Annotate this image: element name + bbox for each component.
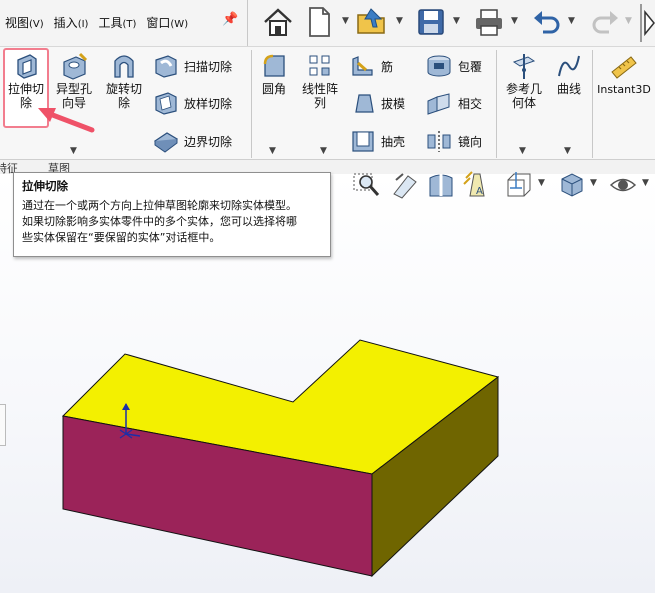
rib-button[interactable]: 筋	[350, 52, 393, 80]
instant3d-button[interactable]: Instant3D	[596, 52, 652, 97]
pattern-dropdown-icon[interactable]: ▼	[320, 146, 327, 156]
menu-view[interactable]: 视图(V)	[0, 14, 49, 31]
undo-icon[interactable]	[530, 5, 564, 39]
side-panel-handle[interactable]	[0, 404, 6, 446]
wrap-button[interactable]: 包覆	[425, 52, 482, 80]
extrude-cut-tooltip: 拉伸切除 通过在一个或两个方向上拉伸草图轮廓来切除实体模型。 如果切除影响多实体…	[13, 172, 331, 257]
curves-icon	[558, 55, 580, 77]
intersect-button[interactable]: 相交	[425, 89, 482, 117]
hole-wizard-icon	[63, 52, 88, 80]
revolve-cut-label: 旋转切 除	[105, 82, 142, 110]
pin-icon[interactable]: 📌	[222, 12, 238, 27]
save-icon[interactable]	[414, 5, 448, 39]
mirror-label: 镜向	[458, 134, 483, 149]
swept-cut-label: 扫描切除	[184, 59, 233, 74]
shell-button[interactable]: 抽壳	[350, 127, 405, 155]
boundary-cut-icon	[153, 132, 179, 153]
shell-label: 抽壳	[381, 134, 406, 149]
open-folder-icon[interactable]	[355, 5, 389, 39]
fillet-button[interactable]: 圆角	[256, 52, 292, 96]
divider	[247, 0, 248, 46]
reference-geometry-button[interactable]: 参考几 何体	[500, 52, 548, 110]
lofted-cut-button[interactable]: 放样切除	[153, 89, 232, 117]
divider	[251, 50, 252, 158]
menu-insert[interactable]: 插入(I)	[49, 14, 94, 31]
fillet-icon	[263, 54, 285, 77]
linear-pattern-label: 线性阵 列	[301, 82, 338, 110]
draft-icon	[355, 94, 374, 113]
draft-label: 拔模	[381, 96, 406, 111]
callout-arrow-icon	[38, 108, 95, 133]
intersect-label: 相交	[458, 96, 483, 111]
draft-button[interactable]: 拔模	[350, 89, 405, 117]
linear-pattern-button[interactable]: 线性阵 列	[297, 52, 343, 110]
linear-pattern-icon	[309, 55, 330, 76]
lofted-cut-icon	[155, 92, 177, 115]
menu-tools[interactable]: 工具(T)	[93, 14, 141, 31]
shell-icon	[352, 131, 374, 152]
curves-button[interactable]: 曲线	[551, 52, 587, 96]
rib-icon	[352, 56, 373, 76]
fillet-dropdown-icon[interactable]: ▼	[269, 146, 276, 156]
top-toolbar: 视图(V) 插入(I) 工具(T) 窗口(W) 📌 ▼ ▼ ▼ ▼ ▼ ▼	[0, 0, 655, 47]
print-icon[interactable]	[472, 5, 506, 39]
rib-label: 筋	[381, 59, 394, 74]
boundary-cut-label: 边界切除	[184, 134, 233, 149]
redo-dropdown-icon[interactable]: ▼	[625, 16, 632, 26]
select-arrow-icon[interactable]	[643, 8, 655, 38]
ref-geometry-dropdown-icon[interactable]: ▼	[519, 146, 526, 156]
revolve-cut-icon	[114, 55, 134, 78]
menu-window[interactable]: 窗口(W)	[141, 14, 193, 31]
new-dropdown-icon[interactable]: ▼	[342, 16, 349, 26]
mirror-button[interactable]: 镜向	[425, 127, 482, 155]
tooltip-line: 些实体保留在“要保留的实体”对话框中。	[22, 231, 221, 244]
tooltip-line: 通过在一个或两个方向上拉伸草图轮廓来切除实体模型。	[22, 199, 297, 212]
boundary-cut-button[interactable]: 边界切除	[153, 127, 232, 155]
swept-cut-button[interactable]: 扫描切除	[153, 52, 232, 80]
save-dropdown-icon[interactable]: ▼	[453, 16, 460, 26]
instant3d-label: Instant3D	[597, 83, 651, 96]
hole-dropdown-icon[interactable]: ▼	[70, 146, 77, 156]
swept-cut-icon	[155, 55, 177, 78]
curves-label: 曲线	[556, 82, 581, 96]
home-icon[interactable]	[261, 5, 295, 39]
revolve-cut-button[interactable]: 旋转切 除	[102, 52, 146, 110]
lofted-cut-label: 放样切除	[184, 96, 233, 111]
mirror-icon	[427, 131, 451, 152]
reference-geometry-label: 参考几 何体	[505, 82, 542, 110]
redo-icon[interactable]	[588, 5, 622, 39]
divider	[592, 50, 593, 158]
undo-dropdown-icon[interactable]: ▼	[568, 16, 575, 26]
new-document-icon[interactable]	[302, 5, 336, 39]
tooltip-line: 如果切除影响多实体零件中的多个实体，您可以选择将哪	[22, 215, 297, 228]
divider	[640, 4, 642, 42]
extrude-cut-icon	[17, 54, 37, 79]
fillet-label: 圆角	[261, 82, 286, 96]
print-dropdown-icon[interactable]: ▼	[511, 16, 518, 26]
wrap-icon	[427, 55, 451, 77]
menu-bar: 视图(V) 插入(I) 工具(T) 窗口(W)	[0, 14, 193, 31]
reference-geometry-icon	[512, 54, 536, 79]
wrap-label: 包覆	[458, 59, 483, 74]
open-dropdown-icon[interactable]: ▼	[396, 16, 403, 26]
intersect-icon	[427, 93, 450, 115]
instant3d-icon	[611, 56, 637, 79]
divider	[496, 50, 497, 158]
tooltip-title: 拉伸切除	[22, 179, 68, 193]
tooltip-body: 通过在一个或两个方向上拉伸草图轮廓来切除实体模型。 如果切除影响多实体零件中的多…	[22, 198, 322, 246]
curves-dropdown-icon[interactable]: ▼	[564, 146, 571, 156]
